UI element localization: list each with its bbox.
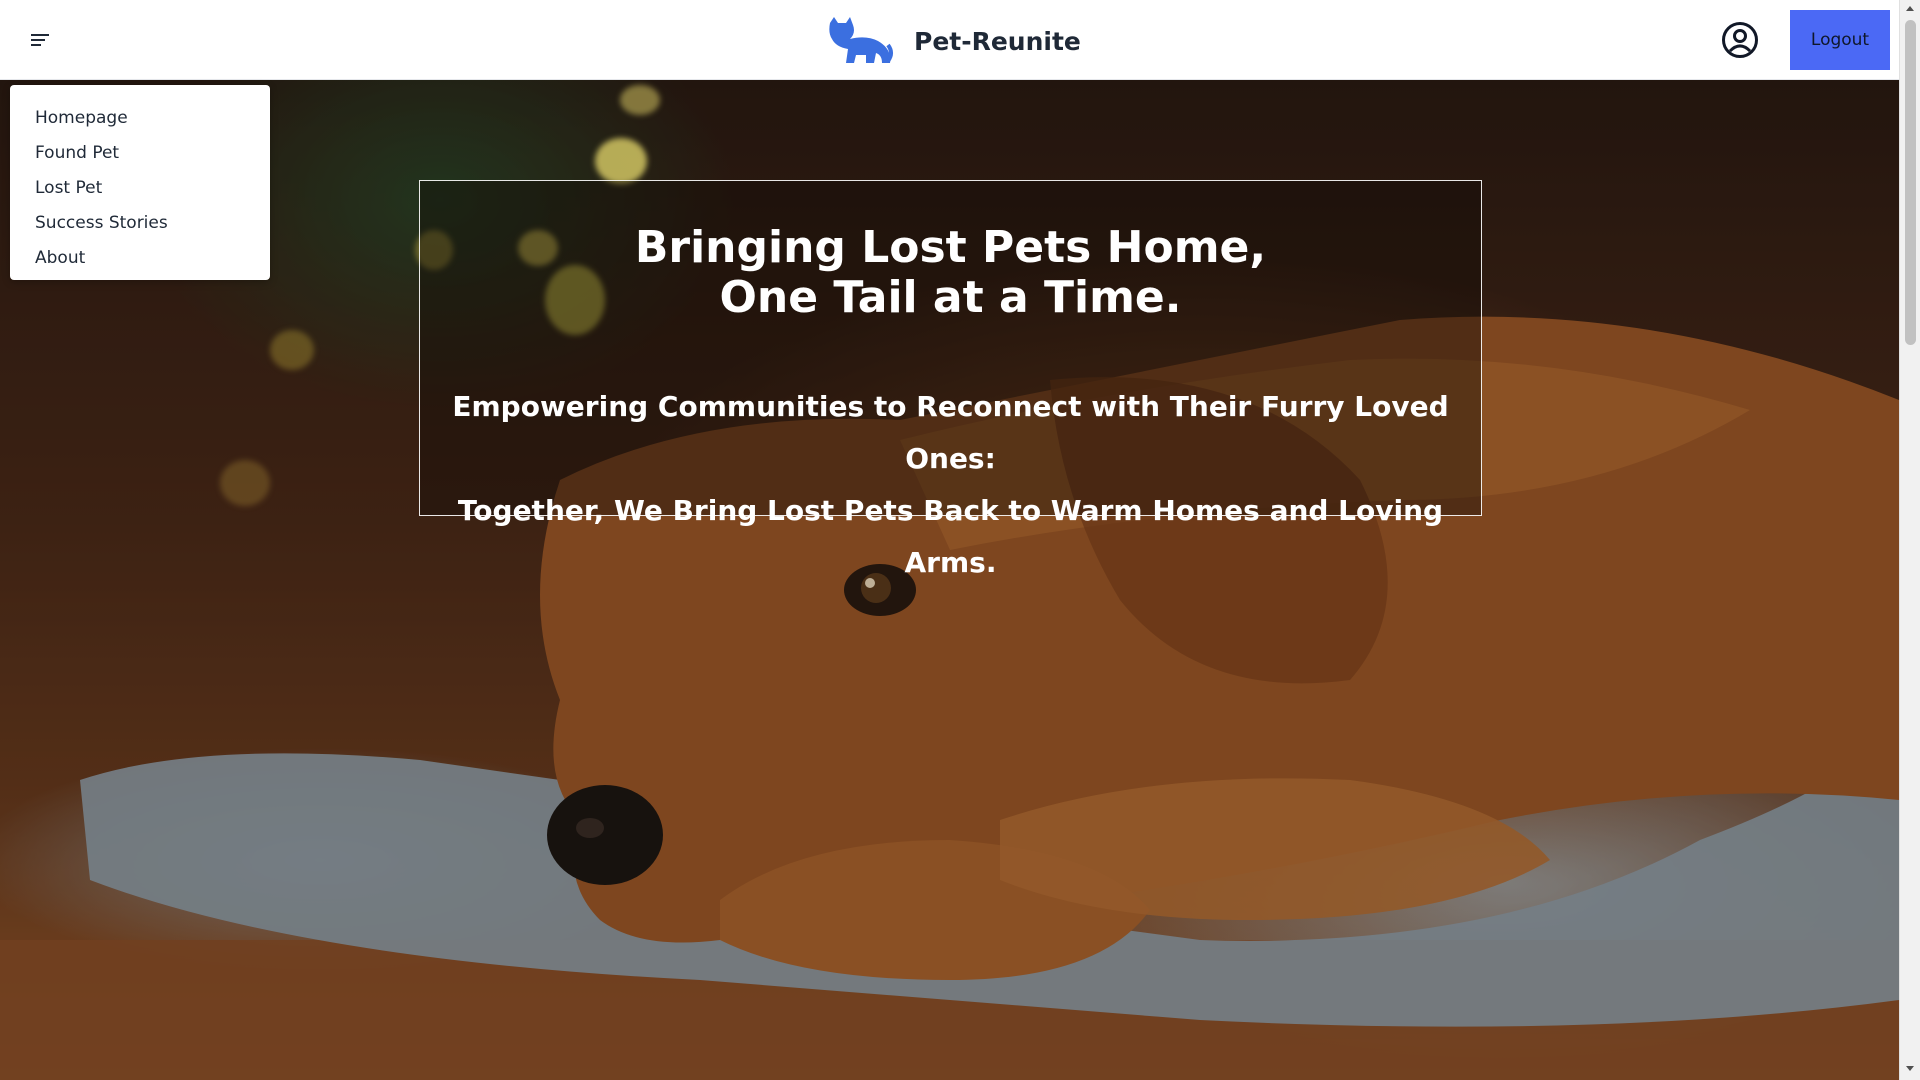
top-navbar: Pet-Reunite Logout xyxy=(0,0,1899,80)
menu-item-about[interactable]: About xyxy=(10,241,270,276)
user-profile-button[interactable] xyxy=(1720,20,1760,60)
brand[interactable]: Pet-Reunite xyxy=(826,16,1081,66)
menu-item-lost-pet[interactable]: Lost Pet xyxy=(10,171,270,206)
nav-dropdown-menu: Homepage Found Pet Lost Pet Success Stor… xyxy=(10,85,270,280)
hero-title-line-2: One Tail at a Time. xyxy=(719,272,1182,323)
hero-title-line-1: Bringing Lost Pets Home, xyxy=(634,222,1267,273)
hero-subtitle-line-1: Empowering Communities to Reconnect with… xyxy=(452,390,1449,475)
scroll-up-arrow-icon[interactable] xyxy=(1906,6,1914,11)
hamburger-icon xyxy=(31,34,49,46)
brand-name: Pet-Reunite xyxy=(914,26,1081,56)
menu-item-homepage[interactable]: Homepage xyxy=(10,101,270,136)
menu-toggle-button[interactable] xyxy=(22,22,58,58)
user-circle-icon xyxy=(1722,22,1758,58)
scrollbar-thumb[interactable] xyxy=(1905,20,1916,345)
cat-logo-icon xyxy=(829,17,893,63)
hero-text-box: Bringing Lost Pets Home, One Tail at a T… xyxy=(419,180,1482,579)
menu-item-found-pet[interactable]: Found Pet xyxy=(10,136,270,171)
page-scrollbar[interactable] xyxy=(1899,0,1920,1080)
hero-subtitle: Empowering Communities to Reconnect with… xyxy=(420,381,1481,589)
scroll-down-arrow-icon[interactable] xyxy=(1906,1066,1914,1071)
menu-item-success-stories[interactable]: Success Stories xyxy=(10,206,270,241)
hero-subtitle-line-2: Together, We Bring Lost Pets Back to War… xyxy=(457,494,1444,579)
hero-title: Bringing Lost Pets Home, One Tail at a T… xyxy=(420,223,1481,323)
page: Pet-Reunite Logout Bringing Lost Pets Ho… xyxy=(0,0,1920,1080)
logout-button[interactable]: Logout xyxy=(1790,10,1890,70)
hero-section: Bringing Lost Pets Home, One Tail at a T… xyxy=(0,80,1899,1080)
